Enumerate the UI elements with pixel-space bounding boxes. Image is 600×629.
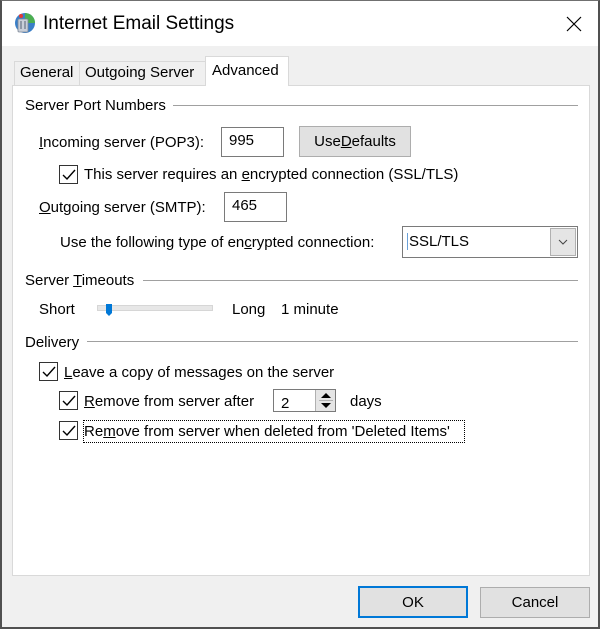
outgoing-port-input[interactable]: 465 <box>224 192 287 222</box>
leave-copy-checkbox[interactable] <box>39 362 58 381</box>
outgoing-server-label-text: utgoing server (SMTP): <box>50 199 206 216</box>
remove-deleted-checkbox[interactable] <box>59 421 78 440</box>
ssl-label-rest: ncrypted connection (SSL/TLS) <box>249 166 459 183</box>
dropdown-button[interactable] <box>550 228 576 256</box>
ok-button[interactable]: OK <box>358 586 468 618</box>
timeout-value: 1 minute <box>281 301 339 318</box>
advanced-tab-panel: Server Port Numbers Incoming server (POP… <box>12 85 590 576</box>
remove-deleted-pre: Re <box>84 423 104 440</box>
ssl-label-pre: This server requires an <box>84 166 242 183</box>
remove-after-days-value: 2 <box>281 395 290 412</box>
encryption-type-select[interactable]: SSL/TLS <box>402 226 578 258</box>
close-icon <box>566 16 582 31</box>
timeouts-heading-rest: imeouts <box>81 272 135 289</box>
encryption-type-label: Use the following type of encrypted conn… <box>60 234 374 251</box>
timeouts-heading-pre: Server <box>25 272 74 289</box>
internet-email-settings-dialog: Internet Email Settings General Outgoing… <box>0 0 600 629</box>
remove-deleted-text: ove from server when deleted from 'Delet… <box>115 423 450 440</box>
remove-deleted-accesskey: m <box>103 423 116 440</box>
email-settings-icon <box>14 11 36 35</box>
use-defaults-label-pre: Use <box>314 133 341 150</box>
encryption-type-value: SSL/TLS <box>407 233 470 250</box>
encryption-label-accesskey: c <box>244 234 252 251</box>
ssl-label-accesskey: e <box>241 166 250 183</box>
incoming-server-label: Incoming server (POP3): <box>39 134 204 151</box>
group-divider <box>87 341 578 342</box>
use-defaults-accesskey: D <box>340 133 352 150</box>
checkmark-icon <box>42 366 56 378</box>
incoming-port-input[interactable]: 995 <box>221 127 284 157</box>
checkmark-icon <box>62 425 76 437</box>
spin-up-down-icon <box>319 393 333 408</box>
tab-general-label: General <box>20 64 74 81</box>
cancel-button[interactable]: Cancel <box>480 587 590 618</box>
use-defaults-label-rest: efaults <box>351 133 396 150</box>
leave-copy-label[interactable]: Leave a copy of messages on the server <box>64 364 334 381</box>
group-divider <box>143 280 578 281</box>
server-timeout-slider[interactable] <box>97 304 213 316</box>
timeout-long-label: Long <box>232 301 266 318</box>
spin-buttons[interactable] <box>315 390 335 411</box>
server-timeouts-heading: Server Timeouts <box>25 272 141 289</box>
outgoing-server-label-accesskey: O <box>39 199 51 216</box>
ok-label: OK <box>402 593 424 611</box>
remove-after-days-spinner[interactable]: 2 <box>273 389 336 412</box>
incoming-port-value: 995 <box>229 132 255 149</box>
group-divider <box>173 105 578 106</box>
ssl-incoming-label[interactable]: This server requires an encrypted connec… <box>84 166 458 183</box>
encryption-label-pre: Use the following type of en <box>60 234 245 251</box>
close-button[interactable] <box>550 1 598 46</box>
title-bar: Internet Email Settings <box>2 1 598 46</box>
timeout-short-label: Short <box>39 301 75 318</box>
timeouts-heading-accesskey: T <box>73 272 82 289</box>
tab-advanced[interactable]: Advanced <box>205 56 289 86</box>
outgoing-port-value: 465 <box>232 197 258 214</box>
outgoing-server-label: Outgoing server (SMTP): <box>39 199 206 216</box>
remove-after-checkbox[interactable] <box>59 391 78 410</box>
leave-copy-text: eave a copy of messages on the server <box>72 364 335 381</box>
encryption-label-rest: rypted connection: <box>251 234 375 251</box>
tab-general[interactable]: General <box>14 61 80 85</box>
tab-outgoing-server[interactable]: Outgoing Server <box>79 61 206 85</box>
ssl-incoming-checkbox[interactable] <box>59 165 78 184</box>
checkmark-icon <box>62 395 76 407</box>
remove-after-label[interactable]: Remove from server after <box>84 393 254 410</box>
use-defaults-button[interactable]: Use Defaults <box>299 126 411 157</box>
chevron-down-icon <box>558 239 568 245</box>
server-port-numbers-heading: Server Port Numbers <box>25 97 172 114</box>
window-title: Internet Email Settings <box>43 13 235 34</box>
checkmark-icon <box>62 169 76 181</box>
delivery-heading: Delivery <box>25 334 86 351</box>
tab-outgoing-server-label: Outgoing Server <box>85 64 195 81</box>
remove-after-accesskey: R <box>84 393 95 410</box>
remove-deleted-label[interactable]: Remove from server when deleted from 'De… <box>84 423 450 440</box>
days-label: days <box>350 393 382 410</box>
remove-after-text: emove from server after <box>94 393 255 410</box>
incoming-server-label-text: ncoming server (POP3): <box>43 134 205 151</box>
slider-thumb[interactable] <box>106 304 112 316</box>
tab-advanced-label: Advanced <box>212 62 279 79</box>
cancel-label: Cancel <box>511 594 559 611</box>
